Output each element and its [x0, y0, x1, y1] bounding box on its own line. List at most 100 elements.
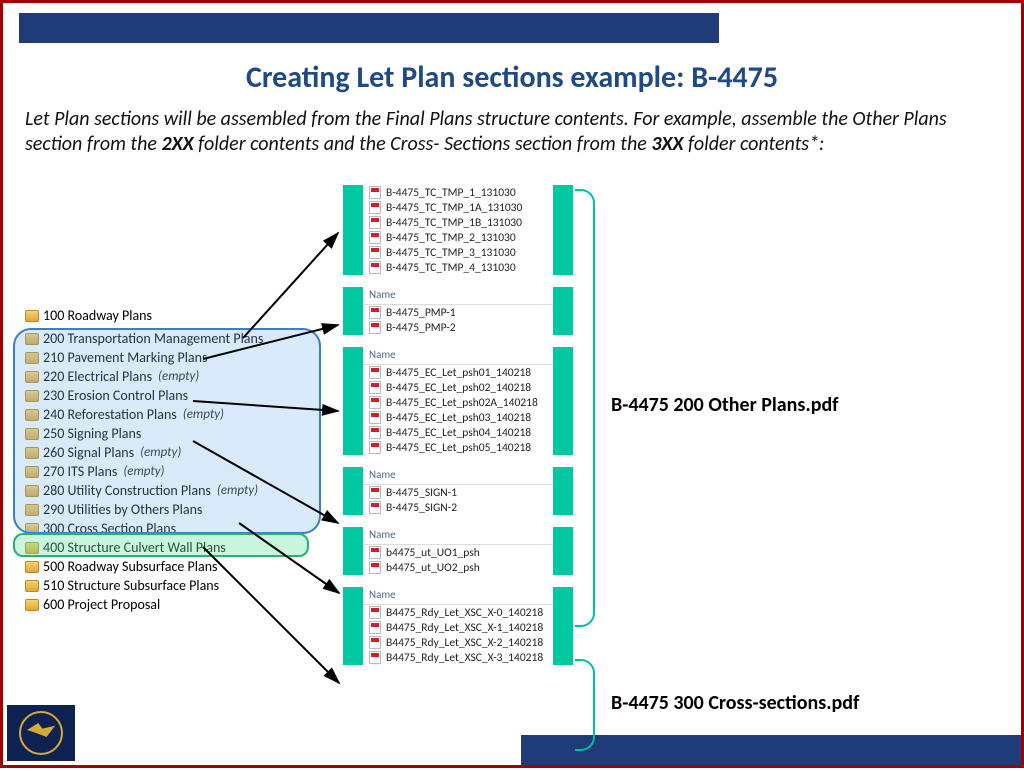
file-row: B-4475_EC_Let_psh04_140218 — [363, 425, 553, 440]
folder-row: 100 Roadway Plans — [21, 306, 326, 325]
file-row: B-4475_SIGN-2 — [363, 500, 553, 515]
file-row: B-4475_PMP-1 — [363, 305, 553, 320]
folder-row: 280 Utility Construction Plans (empty) — [21, 481, 326, 500]
file-row: B-4475_TC_TMP_1A_131030 — [363, 200, 553, 215]
file-name: B-4475_TC_TMP_1A_131030 — [386, 201, 522, 215]
slide-title: Creating Let Plan sections example: B-44… — [3, 59, 1021, 96]
pdf-icon — [369, 636, 381, 649]
file-row: B-4475_PMP-2 — [363, 320, 553, 335]
empty-note: (empty) — [140, 445, 181, 460]
file-row: B-4475_EC_Let_psh02A_140218 — [363, 395, 553, 410]
logo-icon — [19, 711, 63, 755]
folder-label: 230 Erosion Control Plans — [43, 387, 188, 404]
folder-row: 290 Utilities by Others Plans — [21, 500, 326, 519]
file-row: B-4475_TC_TMP_2_131030 — [363, 230, 553, 245]
column-header-name: Name — [363, 467, 553, 485]
folder-icon — [25, 542, 39, 554]
folder-label: 280 Utility Construction Plans — [43, 482, 211, 499]
folder-row: 400 Structure Culvert Wall Plans — [21, 538, 326, 557]
pdf-icon — [369, 261, 381, 274]
file-name: B-4475_TC_TMP_4_131030 — [386, 261, 516, 275]
pdf-icon — [369, 201, 381, 214]
pdf-icon — [369, 186, 381, 199]
pdf-icon — [369, 411, 381, 424]
file-name: B-4475_EC_Let_psh02_140218 — [386, 381, 531, 395]
file-name: b4475_ut_UO2_psh — [386, 561, 480, 575]
file-row: B4475_Rdy_Let_XSC_X-1_140218 — [363, 620, 553, 635]
callout-other-plans: B-4475 200 Other Plans.pdf — [611, 393, 839, 417]
folder-label: 290 Utilities by Others Plans — [43, 501, 202, 518]
top-accent-bar — [19, 13, 719, 43]
folder-icon — [25, 466, 39, 478]
folder-icon — [25, 485, 39, 497]
file-row: B4475_Rdy_Let_XSC_X-2_140218 — [363, 635, 553, 650]
file-row: B-4475_EC_Let_psh03_140218 — [363, 410, 553, 425]
file-name: B-4475_PMP-2 — [386, 321, 456, 335]
file-group: NameB-4475_PMP-1B-4475_PMP-2 — [343, 287, 573, 335]
column-header-name: Name — [363, 347, 553, 365]
column-header-name: Name — [363, 587, 553, 605]
brace-other-plans — [575, 189, 595, 627]
folder-row: 200 Transportation Management Plans — [21, 329, 326, 348]
intro-bold-2xx: 2XX — [161, 132, 193, 156]
file-row: B-4475_EC_Let_psh02_140218 — [363, 380, 553, 395]
folder-row: 510 Structure Subsurface Plans — [21, 576, 326, 595]
file-name: B-4475_EC_Let_psh05_140218 — [386, 441, 531, 455]
file-group: Nameb4475_ut_UO1_pshb4475_ut_UO2_psh — [343, 527, 573, 575]
folder-icon — [25, 428, 39, 440]
file-name: b4475_ut_UO1_psh — [386, 546, 480, 560]
pdf-icon — [369, 546, 381, 559]
folder-icon — [25, 599, 39, 611]
file-row: b4475_ut_UO2_psh — [363, 560, 553, 575]
file-row: B-4475_SIGN-1 — [363, 485, 553, 500]
file-group: NameB-4475_SIGN-1B-4475_SIGN-2 — [343, 467, 573, 515]
file-row: B-4475_TC_TMP_1B_131030 — [363, 215, 553, 230]
pdf-icon — [369, 606, 381, 619]
folder-icon — [25, 447, 39, 459]
intro-bold-3xx: 3XX — [651, 132, 683, 156]
folder-tree: 200 Transportation Management Plans210 P… — [21, 329, 326, 614]
file-name: B-4475_TC_TMP_1_131030 — [386, 186, 516, 200]
folder-label: 400 Structure Culvert Wall Plans — [43, 539, 226, 556]
folder-row: 250 Signing Plans — [21, 424, 326, 443]
folder-label: 210 Pavement Marking Plans — [43, 349, 207, 366]
column-header-name: Name — [363, 527, 553, 545]
empty-note: (empty) — [158, 369, 199, 384]
folder-row: 270 ITS Plans(empty) — [21, 462, 326, 481]
pdf-icon — [369, 321, 381, 334]
empty-note: (empty) — [123, 464, 164, 479]
folder-row: 240 Reforestation Plans (empty) — [21, 405, 326, 424]
pdf-icon — [369, 426, 381, 439]
pdf-icon — [369, 366, 381, 379]
pdf-icon — [369, 441, 381, 454]
pdf-icon — [369, 306, 381, 319]
folder-row: 230 Erosion Control Plans — [21, 386, 326, 405]
file-group: B-4475_TC_TMP_1_131030B-4475_TC_TMP_1A_1… — [343, 185, 573, 275]
pdf-icon — [369, 501, 381, 514]
pdf-icon — [369, 246, 381, 259]
callout-cross-sections: B-4475 300 Cross-sections.pdf — [611, 691, 859, 715]
file-row: b4475_ut_UO1_psh — [363, 545, 553, 560]
file-name: B-4475_SIGN-1 — [386, 486, 457, 500]
folder-icon — [25, 371, 39, 383]
logo-badge — [7, 705, 75, 761]
folder-label: 240 Reforestation Plans — [43, 406, 177, 423]
folder-label: 100 Roadway Plans — [43, 307, 152, 324]
folder-row: 500 Roadway Subsurface Plans — [21, 557, 326, 576]
pdf-icon — [369, 621, 381, 634]
file-name: B-4475_TC_TMP_3_131030 — [386, 246, 516, 260]
folder-icon — [25, 310, 39, 322]
file-row: B-4475_EC_Let_psh05_140218 — [363, 440, 553, 455]
file-name: B4475_Rdy_Let_XSC_X-0_140218 — [386, 606, 543, 620]
empty-note: (empty) — [217, 483, 258, 498]
column-header-name: Name — [363, 287, 553, 305]
pdf-icon — [369, 216, 381, 229]
empty-note: (empty) — [183, 407, 224, 422]
file-row: B4475_Rdy_Let_XSC_X-3_140218 — [363, 650, 553, 665]
folder-icon — [25, 333, 39, 345]
pdf-icon — [369, 561, 381, 574]
pdf-icon — [369, 486, 381, 499]
pdf-icon — [369, 381, 381, 394]
file-name: B-4475_TC_TMP_2_131030 — [386, 231, 516, 245]
file-name: B4475_Rdy_Let_XSC_X-3_140218 — [386, 651, 543, 665]
